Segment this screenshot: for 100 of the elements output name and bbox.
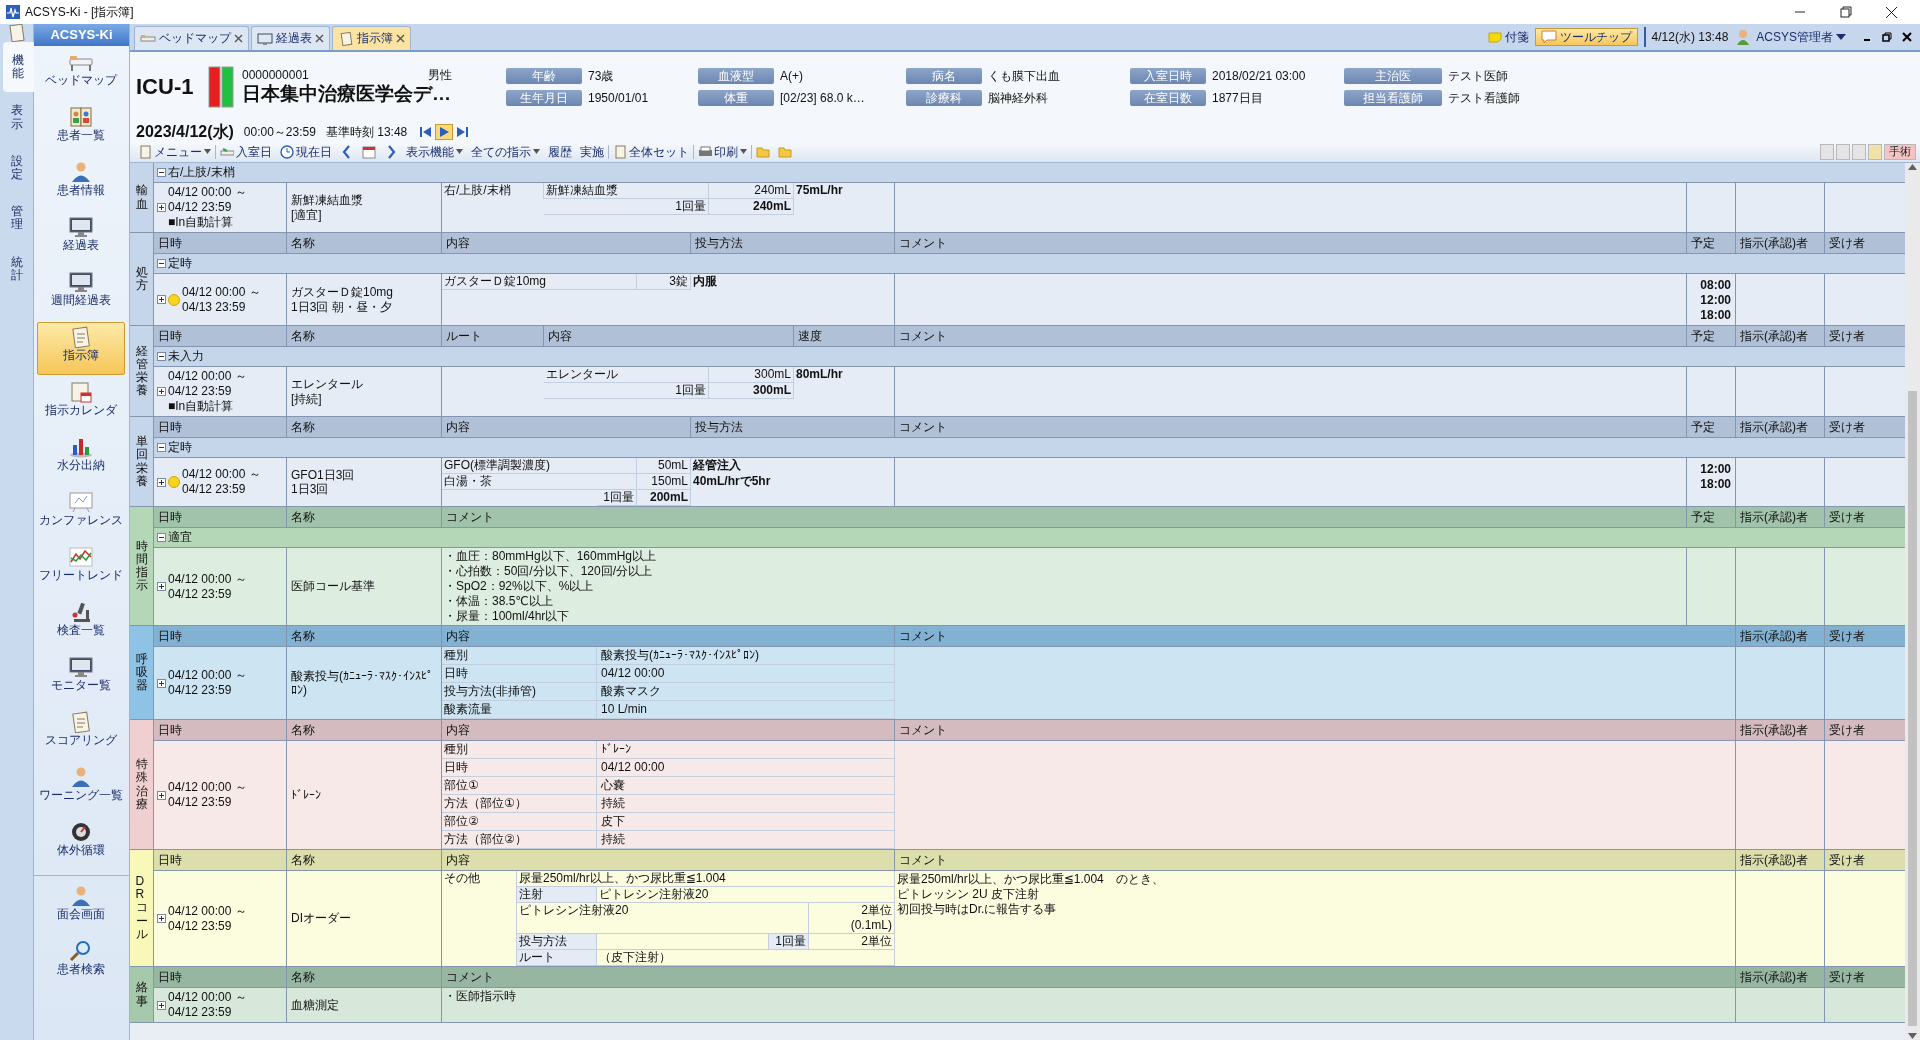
history-button[interactable]: 履歴 xyxy=(544,144,576,160)
close-icon[interactable] xyxy=(234,34,243,43)
play-button[interactable] xyxy=(435,124,454,140)
document-tab[interactable]: 経過表 xyxy=(251,26,330,50)
expander-icon[interactable] xyxy=(157,582,166,591)
side-tab[interactable]: 管理 xyxy=(0,193,33,244)
side-tab[interactable]: 機能 xyxy=(2,42,34,93)
user-menu[interactable]: ACSYS管理者 xyxy=(1750,27,1852,47)
column-header[interactable]: 指示(承認)者 xyxy=(1736,626,1825,646)
execute-button[interactable]: 実施 xyxy=(576,144,608,160)
sidebar-item[interactable]: 経過表 xyxy=(37,212,125,265)
close-icon[interactable] xyxy=(1884,5,1898,19)
close-icon[interactable] xyxy=(396,34,405,43)
column-header[interactable]: 内容 xyxy=(442,626,895,646)
expander-icon[interactable] xyxy=(157,533,166,542)
filter-toggle[interactable] xyxy=(1868,144,1882,160)
expander-icon[interactable] xyxy=(157,259,166,268)
sidebar-item[interactable]: 指示カレンダ xyxy=(37,377,125,430)
column-header[interactable]: コメント xyxy=(895,326,1687,346)
sidebar-item[interactable]: ベッドマップ xyxy=(37,47,125,100)
set-all-button[interactable]: 全体セット xyxy=(608,144,693,160)
document-tab[interactable]: 指示簿 xyxy=(332,26,411,50)
column-header[interactable]: 指示(承認)者 xyxy=(1736,720,1825,740)
column-header[interactable]: 日時 xyxy=(154,626,287,646)
sidebar-item[interactable]: スコアリング xyxy=(37,707,125,760)
column-header[interactable]: 指示(承認)者 xyxy=(1736,850,1825,870)
column-header[interactable]: 内容 xyxy=(442,720,895,740)
today-button[interactable]: 現在日 xyxy=(276,144,336,160)
scrollbar-thumb[interactable] xyxy=(1908,391,1917,1026)
sidebar-item[interactable]: 体外循環 xyxy=(37,817,125,870)
expander-icon[interactable] xyxy=(157,678,166,688)
column-header[interactable]: 名称 xyxy=(287,417,442,437)
column-header[interactable]: 名称 xyxy=(287,720,442,740)
column-header[interactable]: 日時 xyxy=(154,417,287,437)
sticky-note-button[interactable]: 付箋 xyxy=(1481,27,1535,47)
column-header[interactable]: ルート xyxy=(442,326,544,346)
column-header[interactable]: コメント xyxy=(442,967,1736,987)
column-header[interactable]: 受け者 xyxy=(1825,507,1905,527)
column-header[interactable]: 指示(承認)者 xyxy=(1736,967,1825,987)
column-header[interactable]: 内容 xyxy=(442,850,895,870)
display-menu[interactable]: 表示機能 xyxy=(402,144,467,160)
column-header[interactable]: 指示(承認)者 xyxy=(1736,326,1825,346)
column-header[interactable]: 指示(承認)者 xyxy=(1736,417,1825,437)
document-tab[interactable]: ベッドマップ xyxy=(134,26,249,50)
expander-icon[interactable] xyxy=(157,477,166,487)
sidebar-item[interactable]: 指示簿 xyxy=(37,322,125,375)
side-tab[interactable]: 設定 xyxy=(0,142,33,194)
sidebar-item[interactable]: カンファレンス xyxy=(37,487,125,540)
sidebar-item[interactable]: 検査一覧 xyxy=(37,597,125,650)
sidebar-item[interactable]: モニター覧 xyxy=(37,652,125,705)
expander-icon[interactable] xyxy=(157,352,166,361)
column-header[interactable]: 受け者 xyxy=(1825,326,1905,346)
column-header[interactable]: 内容 xyxy=(442,417,691,437)
all-orders-menu[interactable]: 全ての指示 xyxy=(467,144,544,160)
column-header[interactable]: コメント xyxy=(895,720,1736,740)
column-header[interactable]: 予定 xyxy=(1687,233,1736,253)
column-header[interactable]: 名称 xyxy=(287,326,442,346)
column-header[interactable]: 予定 xyxy=(1687,326,1736,346)
column-header[interactable]: 受け者 xyxy=(1825,967,1905,987)
expander-icon[interactable] xyxy=(157,914,166,923)
column-header[interactable]: 日時 xyxy=(154,850,287,870)
filter-toggle[interactable] xyxy=(1820,144,1834,160)
column-header[interactable]: コメント xyxy=(895,626,1736,646)
sidebar-item[interactable]: 週間経過表 xyxy=(37,267,125,320)
column-header[interactable]: 受け者 xyxy=(1825,417,1905,437)
print-button[interactable]: 印刷 xyxy=(693,144,751,160)
expander-icon[interactable] xyxy=(157,790,166,800)
expander-icon[interactable] xyxy=(157,1000,166,1010)
tooltip-toggle[interactable]: ツールチップ xyxy=(1534,27,1638,47)
close-icon[interactable] xyxy=(315,34,324,43)
menu-button[interactable]: メニュー xyxy=(134,144,215,160)
expander-icon[interactable] xyxy=(157,443,166,452)
surgery-filter-button[interactable]: 手術 xyxy=(1884,144,1916,160)
filter-toggle[interactable] xyxy=(1836,144,1850,160)
expander-icon[interactable] xyxy=(157,387,166,396)
column-header[interactable]: 内容 xyxy=(442,233,691,253)
sidebar-item[interactable]: 水分出納 xyxy=(37,432,125,485)
column-header[interactable]: コメント xyxy=(895,417,1687,437)
column-header[interactable]: 日時 xyxy=(154,720,287,740)
column-header[interactable]: 予定 xyxy=(1687,507,1736,527)
column-header[interactable]: 名称 xyxy=(287,850,442,870)
expander-icon[interactable] xyxy=(157,168,166,177)
column-header[interactable]: 日時 xyxy=(154,507,287,527)
scroll-down-icon[interactable] xyxy=(1908,1032,1917,1040)
sidebar-item[interactable]: フリートレンド xyxy=(37,542,125,595)
column-header[interactable]: 名称 xyxy=(287,967,442,987)
expander-icon[interactable] xyxy=(157,203,166,212)
column-header[interactable]: 投与方法 xyxy=(691,417,895,437)
column-header[interactable]: 受け者 xyxy=(1825,626,1905,646)
column-header[interactable]: 名称 xyxy=(287,507,442,527)
column-header[interactable]: 受け者 xyxy=(1825,233,1905,253)
filter-toggle[interactable] xyxy=(1852,144,1866,160)
column-header[interactable]: 日時 xyxy=(154,967,287,987)
sidebar-item[interactable]: 面会画面 xyxy=(37,881,125,934)
sidebar-item[interactable]: ワーニング一覧 xyxy=(37,762,125,815)
column-header[interactable]: 日時 xyxy=(154,233,287,253)
side-tab[interactable]: 統計 xyxy=(0,243,33,294)
side-tab[interactable]: 表示 xyxy=(0,92,33,143)
column-header[interactable]: 投与方法 xyxy=(691,233,895,253)
column-header[interactable]: 日時 xyxy=(154,326,287,346)
